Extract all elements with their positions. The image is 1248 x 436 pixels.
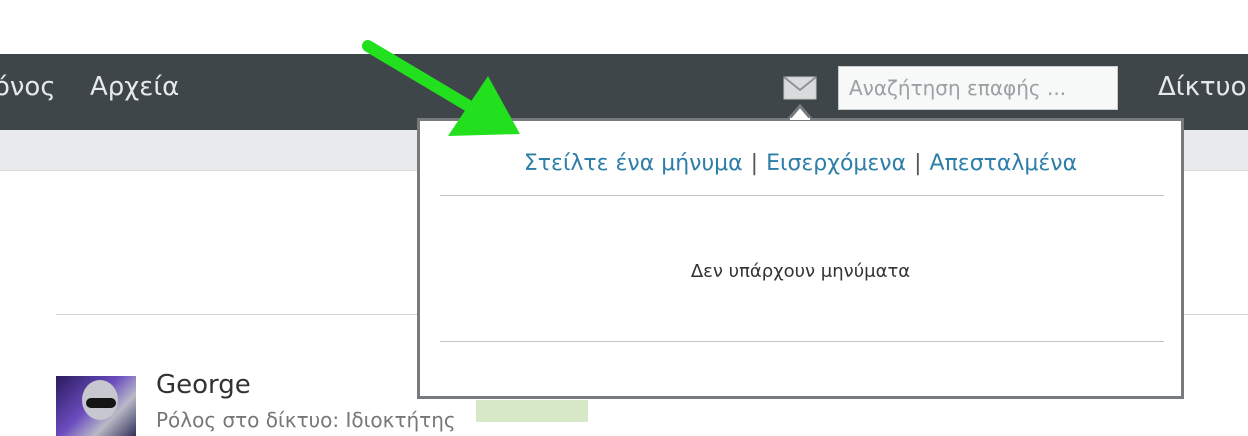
send-message-link[interactable]: Στείλτε ένα μήνυμα [524, 151, 743, 176]
link-separator: | [914, 151, 922, 176]
popup-caret-icon [788, 104, 812, 120]
link-separator: | [750, 151, 759, 176]
profile-name[interactable]: George [156, 370, 251, 400]
envelope-icon[interactable] [783, 76, 817, 100]
nav-item-files[interactable]: Αρχεία [90, 70, 179, 104]
messages-popup: Στείλτε ένα μήνυμα | Εισερχόμενα | Απεσταλμέ… [417, 118, 1184, 399]
profile-role: Ρόλος στο δίκτυο: Ιδιοκτήτης [156, 408, 456, 432]
sent-link[interactable]: Απεσταλμένα [930, 151, 1078, 176]
avatar[interactable] [56, 376, 136, 436]
nav-item-network[interactable]: Δίκτυο [1158, 70, 1247, 104]
messages-links: Στείλτε ένα μήνυμα | Εισερχόμενα | Απεσταλμέ… [420, 151, 1181, 176]
contact-search-input[interactable] [838, 66, 1118, 110]
status-badge [476, 400, 588, 422]
popup-divider [440, 195, 1164, 196]
green-arrow-icon [362, 40, 520, 136]
popup-divider [440, 341, 1164, 342]
inbox-link[interactable]: Εισερχόμενα [766, 151, 906, 176]
nav-item-partial[interactable]: όνος [0, 70, 56, 104]
empty-messages-text: Δεν υπάρχουν μηνύματα [690, 261, 911, 282]
